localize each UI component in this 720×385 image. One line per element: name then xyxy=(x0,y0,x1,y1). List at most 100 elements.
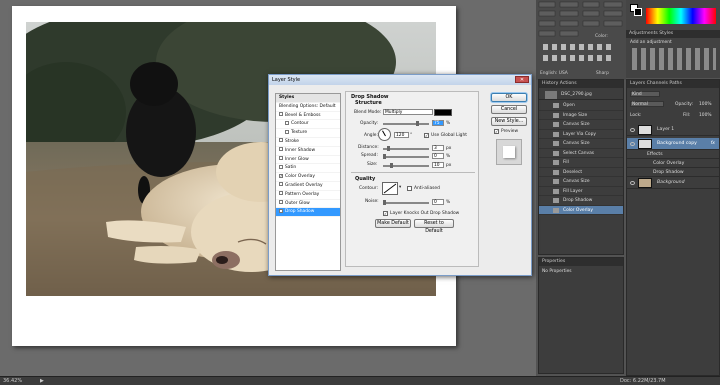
style-item[interactable]: Outer Glow xyxy=(276,200,340,209)
noise-input[interactable]: 0 xyxy=(432,199,444,205)
angle-input[interactable]: 120 xyxy=(394,132,409,138)
style-item[interactable]: Texture xyxy=(276,129,340,138)
opacity-slider-knob[interactable] xyxy=(416,121,419,126)
noise-slider[interactable] xyxy=(383,200,429,205)
dialog-title[interactable]: Layer Style xyxy=(269,75,531,85)
noise-slider-knob[interactable] xyxy=(383,200,386,205)
style-item[interactable]: ✓ Color Overlay xyxy=(276,173,340,182)
visibility-eye-icon[interactable] xyxy=(630,142,635,146)
size-input[interactable]: 10 xyxy=(432,162,444,168)
style-checkbox[interactable] xyxy=(279,182,283,187)
snapshot-thumbnail-icon xyxy=(545,91,557,99)
shadow-color-swatch[interactable] xyxy=(434,109,452,116)
history-item[interactable]: Deselect xyxy=(539,168,623,177)
knockout-checkbox[interactable]: ✓ xyxy=(383,211,388,216)
status-arrow[interactable]: ▶ xyxy=(40,378,44,384)
close-icon[interactable]: ✕ xyxy=(515,76,529,83)
layers-tabs[interactable]: Layers Channels Paths xyxy=(627,80,719,88)
style-checkbox[interactable] xyxy=(285,129,289,134)
kind-filter[interactable]: Kind xyxy=(630,91,660,97)
style-checkbox[interactable] xyxy=(279,156,283,161)
use-global-light-checkbox[interactable]: ✓ xyxy=(424,133,429,138)
history-item[interactable]: Image Size xyxy=(539,111,623,120)
history-item[interactable]: Fill Layer xyxy=(539,187,623,196)
style-checkbox[interactable] xyxy=(279,200,283,205)
color-swatches[interactable] xyxy=(626,0,720,30)
history-item[interactable]: Canvas Size xyxy=(539,177,623,187)
layer-row[interactable]: Drop Shadow xyxy=(627,168,719,177)
style-item[interactable]: Contour xyxy=(276,120,340,130)
distance-input[interactable]: 3 xyxy=(432,145,444,151)
style-item[interactable]: Satin xyxy=(276,164,340,174)
background-color-swatch[interactable] xyxy=(634,8,642,16)
layer-row[interactable]: Color Overlay xyxy=(627,159,719,168)
style-checkbox[interactable] xyxy=(279,164,283,169)
adjustments-tabs[interactable]: Adjustments Styles xyxy=(626,30,720,38)
history-item[interactable]: Canvas Size xyxy=(539,120,623,130)
style-checkbox[interactable] xyxy=(279,112,283,117)
zoom-level[interactable]: 36.42% xyxy=(3,378,22,384)
anti-aliased-checkbox[interactable] xyxy=(407,186,412,191)
history-tabs[interactable]: History Actions xyxy=(539,80,623,88)
style-checkbox[interactable]: ✓ xyxy=(279,208,283,213)
preview-checkbox[interactable]: ✓ xyxy=(494,129,499,134)
angle-dial[interactable] xyxy=(378,128,391,141)
history-item[interactable]: Open xyxy=(539,101,623,111)
blend-mode-dropdown[interactable]: Multiply xyxy=(383,109,433,115)
fx-icon[interactable]: fx xyxy=(711,138,715,150)
opacity-slider[interactable] xyxy=(383,121,429,126)
styles-header[interactable]: Styles xyxy=(276,94,340,103)
style-item[interactable]: Blending Options: Default xyxy=(276,103,340,112)
blend-mode-select[interactable]: Normal xyxy=(630,101,664,107)
style-checkbox[interactable]: ✓ xyxy=(279,173,283,178)
history-item[interactable]: Select Canvas xyxy=(539,149,623,158)
layer-row[interactable]: Background xyxy=(627,177,719,189)
spread-slider[interactable] xyxy=(383,154,429,159)
distance-slider[interactable] xyxy=(383,146,429,151)
style-item-label: Inner Shadow xyxy=(285,147,316,153)
contour-dropdown-arrow[interactable]: ▾ xyxy=(399,185,401,190)
opacity-input[interactable]: 75 xyxy=(432,120,444,126)
style-item[interactable]: Inner Shadow xyxy=(276,147,340,156)
cancel-button[interactable]: Cancel xyxy=(491,105,527,114)
make-default-button[interactable]: Make Default xyxy=(375,219,411,228)
spread-input[interactable]: 0 xyxy=(432,153,444,159)
style-checkbox[interactable] xyxy=(279,138,283,143)
style-checkbox[interactable] xyxy=(279,147,283,152)
distance-slider-knob[interactable] xyxy=(387,146,391,151)
layer-row[interactable]: Background copy fx xyxy=(627,138,719,150)
visibility-eye-icon[interactable] xyxy=(630,128,635,132)
size-slider-knob[interactable] xyxy=(389,163,393,168)
style-checkbox[interactable] xyxy=(279,191,283,196)
new-style-button[interactable]: New Style... xyxy=(491,117,527,126)
size-slider[interactable] xyxy=(383,163,429,168)
contour-preview[interactable] xyxy=(382,182,398,195)
antialias-field[interactable]: Sharp xyxy=(596,71,609,76)
style-checkbox[interactable] xyxy=(285,120,289,125)
history-item[interactable]: Fill xyxy=(539,158,623,168)
history-item[interactable]: Layer Via Copy xyxy=(539,130,623,139)
visibility-eye-icon[interactable] xyxy=(630,181,635,185)
spread-slider-knob[interactable] xyxy=(383,154,386,159)
layer-row[interactable]: Layer 1 xyxy=(627,124,719,136)
history-snapshot[interactable]: DSC_2790.jpg xyxy=(539,89,623,100)
fill-value[interactable]: 100% xyxy=(699,113,712,118)
style-item[interactable]: Bevel & Emboss xyxy=(276,112,340,121)
style-item[interactable]: Inner Glow xyxy=(276,156,340,165)
style-item[interactable]: Stroke xyxy=(276,138,340,147)
history-item[interactable]: Canvas Size xyxy=(539,139,623,149)
history-item[interactable]: Drop Shadow xyxy=(539,196,623,206)
color-spectrum-ramp[interactable] xyxy=(646,8,716,24)
adjustment-icons[interactable] xyxy=(632,48,716,70)
style-item[interactable]: ✓ Drop Shadow xyxy=(276,208,340,218)
history-item[interactable]: Color Overlay xyxy=(539,205,623,215)
style-item[interactable]: Pattern Overlay xyxy=(276,191,340,200)
reset-to-default-button[interactable]: Reset to Default xyxy=(414,219,454,234)
style-item[interactable]: Gradient Overlay xyxy=(276,182,340,191)
ok-button[interactable]: OK xyxy=(491,93,527,102)
status-bar: 36.42% ▶ Doc: 6.22M/23.7M xyxy=(0,376,720,385)
layer-row[interactable]: Effects xyxy=(627,150,719,159)
properties-tab[interactable]: Properties xyxy=(539,258,623,266)
layer-opacity-value[interactable]: 100% xyxy=(699,102,712,107)
language-field[interactable]: English: USA xyxy=(540,71,568,76)
